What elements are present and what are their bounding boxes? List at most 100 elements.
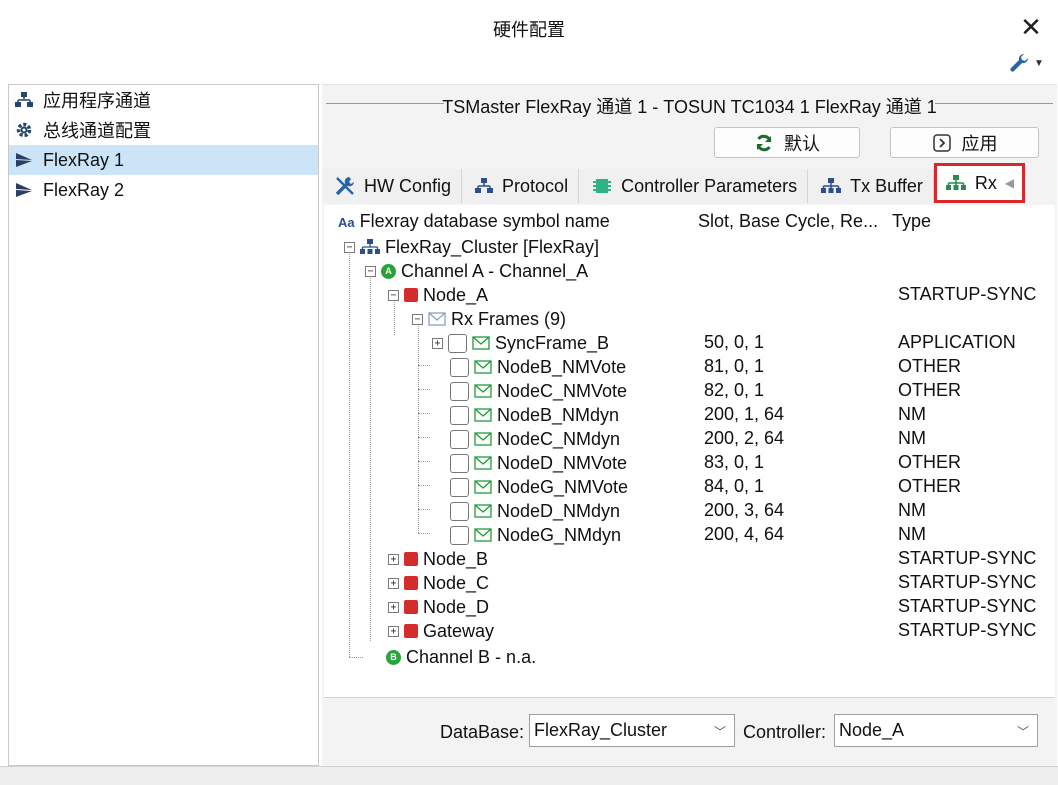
frame-row[interactable]: NodeC_NMdyn 200, 2, 64 NM [324, 427, 1055, 451]
network-icon [945, 175, 966, 190]
window-title: 硬件配置 [493, 20, 565, 40]
frame-type: APPLICATION [898, 332, 1016, 352]
frame-row[interactable]: NodeD_NMdyn 200, 3, 64 NM [324, 499, 1055, 523]
controller-select[interactable]: Node_A ﹀ [834, 714, 1038, 747]
sidebar-item-label: FlexRay 2 [43, 179, 125, 200]
frame-slot: 50, 0, 1 [704, 332, 765, 352]
frame-row[interactable]: NodeC_NMVote 82, 0, 1 OTHER [324, 379, 1055, 403]
column-header-name[interactable]: Aa Flexray database symbol name [338, 211, 610, 233]
expand-icon[interactable]: + [432, 337, 443, 349]
tree-label: Channel B - n.a. [406, 646, 537, 667]
frame-name: NodeD_NMVote [497, 452, 628, 473]
frame-slot: 82, 0, 1 [704, 380, 765, 400]
tab-hw-config[interactable]: HW Config [322, 169, 463, 203]
network-icon [475, 178, 494, 193]
flexray-icon [13, 180, 35, 200]
tab-protocol[interactable]: Protocol [462, 169, 580, 203]
node-icon [404, 552, 418, 566]
tab-label: Tx Buffer [850, 175, 923, 196]
frame-type: OTHER [898, 356, 961, 376]
expand-icon[interactable]: + [388, 577, 399, 589]
tree-row-gateway[interactable]: + Gateway STARTUP-SYNC [324, 619, 1055, 643]
collapse-icon[interactable]: − [344, 241, 355, 253]
frame-row[interactable]: NodeG_NMVote 84, 0, 1 OTHER [324, 475, 1055, 499]
tools-icon [335, 177, 354, 196]
envelope-icon [474, 528, 492, 542]
database-value: FlexRay_Cluster [534, 720, 668, 740]
sidebar-item-bus-config[interactable]: 总线通道配置 [9, 115, 318, 145]
expand-icon[interactable]: + [388, 553, 399, 565]
expand-icon[interactable]: + [388, 601, 399, 613]
frame-row[interactable]: + SyncFrame_B 50, 0, 1 APPLICATION [324, 331, 1055, 355]
controller-label: Controller: [743, 722, 827, 742]
frame-row[interactable]: NodeD_NMVote 83, 0, 1 OTHER [324, 451, 1055, 475]
frame-slot: 200, 2, 64 [704, 428, 785, 448]
tab-rx[interactable]: Rx ◀ [933, 163, 1026, 203]
tree-row-node-a[interactable]: − Node_A STARTUP-SYNC [324, 283, 1055, 307]
frame-checkbox[interactable] [450, 525, 469, 545]
wrench-icon [1010, 53, 1029, 72]
frame-slot: 84, 0, 1 [704, 476, 765, 496]
frame-type: NM [898, 524, 926, 544]
database-select[interactable]: FlexRay_Cluster ﹀ [529, 714, 735, 747]
collapse-icon[interactable]: − [412, 313, 423, 325]
expand-icon[interactable]: + [388, 625, 399, 637]
config-panel: TSMaster FlexRay 通道 1 - TOSUN TC1034 1 F… [322, 84, 1057, 767]
envelope-icon [474, 456, 492, 470]
frame-row[interactable]: NodeB_NMVote 81, 0, 1 OTHER [324, 355, 1055, 379]
envelope-icon [474, 504, 492, 518]
settings-menu-button[interactable]: ▼ [1008, 50, 1052, 76]
frame-row[interactable]: NodeG_NMdyn 200, 4, 64 NM [324, 523, 1055, 547]
frame-checkbox[interactable] [448, 333, 467, 353]
rx-tree-view[interactable]: Aa Flexray database symbol name Slot, Ba… [324, 205, 1055, 697]
node-type: STARTUP-SYNC [898, 572, 1037, 592]
close-button[interactable]: ✕ [1014, 10, 1048, 44]
tab-tx-buffer[interactable]: Tx Buffer [808, 169, 934, 203]
envelope-icon [474, 480, 492, 494]
frame-slot: 81, 0, 1 [704, 356, 765, 376]
frame-type: NM [898, 428, 926, 448]
database-label: DataBase: [440, 722, 525, 742]
tree-row-channel-a[interactable]: − A Channel A - Channel_A [324, 259, 1055, 283]
tree-label: Rx Frames (9) [451, 308, 567, 329]
frame-row[interactable]: NodeB_NMdyn 200, 1, 64 NM [324, 403, 1055, 427]
tree-label: Node_D [423, 596, 490, 617]
tree-row-node-d[interactable]: + Node_D STARTUP-SYNC [324, 595, 1055, 619]
default-button[interactable]: 默认 [714, 127, 860, 158]
frame-checkbox[interactable] [450, 477, 469, 497]
frame-slot: 83, 0, 1 [704, 452, 765, 472]
sidebar-item-flexray-1[interactable]: FlexRay 1 [9, 145, 318, 175]
column-header-type[interactable]: Type [892, 211, 931, 233]
frame-checkbox[interactable] [450, 381, 469, 401]
title-bar: 硬件配置 ✕ ▼ [0, 0, 1058, 82]
controller-value: Node_A [839, 720, 905, 740]
tree-label: Channel A - Channel_A [401, 260, 589, 281]
frame-checkbox[interactable] [450, 357, 469, 377]
sidebar-item-label: 总线通道配置 [43, 121, 151, 141]
tab-controller-parameters[interactable]: Controller Parameters [579, 169, 809, 203]
sidebar-item-app-channels[interactable]: 应用程序通道 [9, 85, 318, 115]
frame-name: NodeG_NMdyn [497, 524, 622, 545]
tree-label: Node_C [423, 572, 490, 593]
tab-scroll-icon[interactable]: ◀ [1005, 176, 1014, 190]
frame-checkbox[interactable] [450, 501, 469, 521]
tab-label: HW Config [364, 175, 452, 196]
collapse-icon[interactable]: − [365, 265, 376, 277]
frame-name: NodeB_NMVote [497, 356, 627, 377]
sidebar-item-flexray-2[interactable]: FlexRay 2 [9, 175, 318, 205]
frame-checkbox[interactable] [450, 405, 469, 425]
network-icon [13, 90, 35, 110]
frame-slot: 200, 3, 64 [704, 500, 785, 520]
refresh-icon [756, 134, 772, 151]
frame-checkbox[interactable] [450, 429, 469, 449]
tree-row-channel-b[interactable]: B Channel B - n.a. [324, 645, 1055, 669]
frame-checkbox[interactable] [450, 453, 469, 473]
apply-button[interactable]: 应用 [890, 127, 1039, 158]
tree-row-cluster[interactable]: − FlexRay_Cluster [FlexRay] [324, 235, 1055, 259]
channel-icon: A [381, 263, 396, 279]
tree-row-node-c[interactable]: + Node_C STARTUP-SYNC [324, 571, 1055, 595]
column-header-slot[interactable]: Slot, Base Cycle, Re... [698, 211, 878, 233]
collapse-icon[interactable]: − [388, 289, 399, 301]
tree-row-rx-frames[interactable]: − Rx Frames (9) [324, 307, 1055, 331]
tree-row-node-b[interactable]: + Node_B STARTUP-SYNC [324, 547, 1055, 571]
